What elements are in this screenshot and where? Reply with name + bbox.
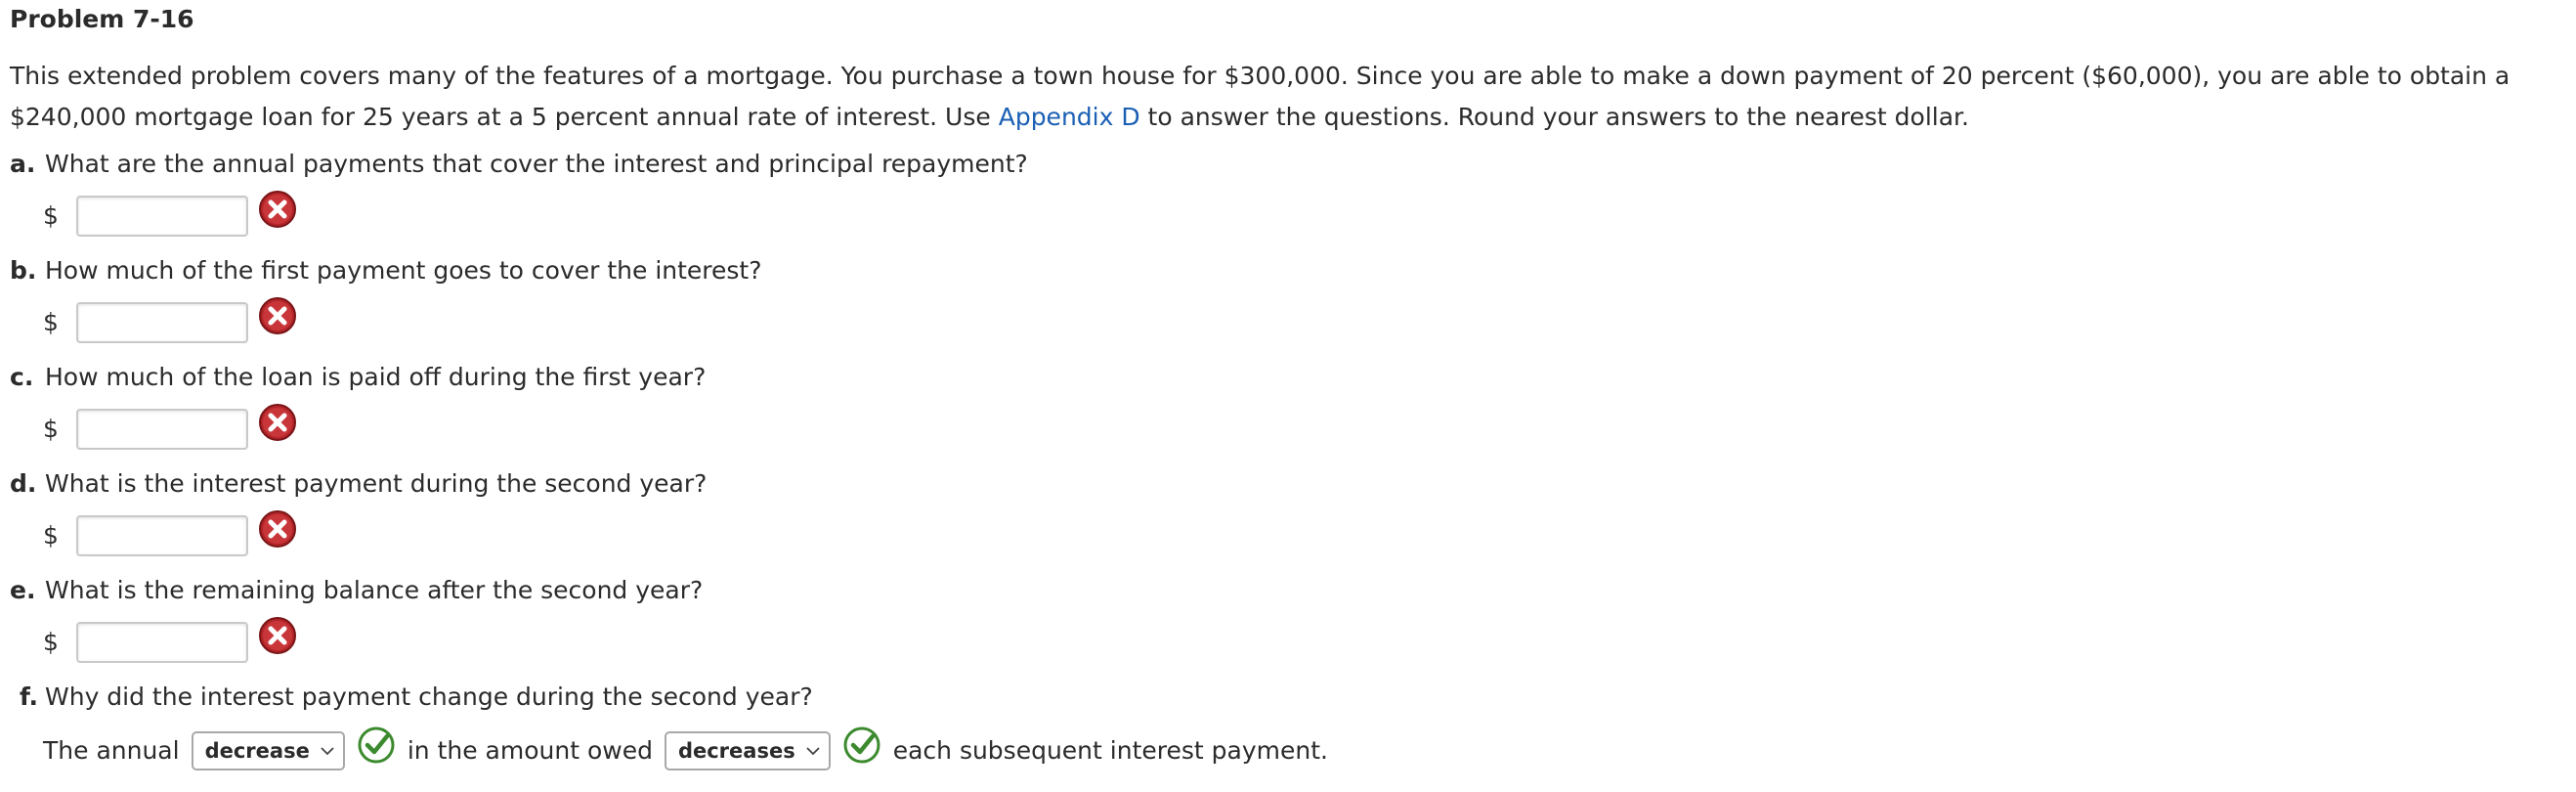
question-b-letter: b. (10, 256, 37, 285)
question-b: b. How much of the first payment goes to … (10, 250, 762, 291)
incorrect-x-icon (259, 617, 296, 654)
question-a-text: What are the annual payments that cover … (45, 150, 1028, 178)
answer-a-input[interactable] (76, 196, 248, 237)
problem-page: Problem 7-16 This extended problem cover… (0, 0, 2576, 770)
correct-check-icon (358, 726, 395, 764)
answer-d-currency: $ (43, 521, 59, 550)
answer-f-row: The annual decrease in the amount owed d… (43, 726, 1328, 771)
answer-f-text-1: The annual (43, 736, 180, 765)
answer-d-input[interactable] (76, 515, 248, 556)
question-e-text: What is the remaining balance after the … (45, 576, 704, 604)
answer-f-select-2[interactable]: decreases (664, 731, 831, 770)
question-f-letter: f. (20, 682, 39, 711)
question-f: f. Why did the interest payment change du… (20, 677, 813, 718)
problem-title: Problem 7-16 (10, 5, 194, 33)
incorrect-x-icon (259, 191, 296, 228)
question-a-letter: a. (10, 150, 36, 178)
problem-intro: This extended problem covers many of the… (10, 56, 2570, 138)
answer-f-select-1-value: decrease (204, 739, 310, 763)
question-b-text: How much of the first payment goes to co… (45, 256, 762, 285)
answer-b-row: $ (43, 297, 297, 343)
answer-f-select-1[interactable]: decrease (191, 731, 345, 770)
answer-b-input[interactable] (76, 302, 248, 343)
answer-f-text-2: in the amount owed (407, 736, 653, 765)
question-d: d. What is the interest payment during th… (10, 463, 707, 505)
answer-a-row: $ (43, 191, 297, 237)
incorrect-x-icon (259, 510, 296, 548)
answer-e-currency: $ (43, 628, 59, 656)
intro-text-end: to answer the questions. Round your answ… (1139, 103, 1969, 131)
question-d-letter: d. (10, 469, 37, 498)
answer-b-currency: $ (43, 308, 59, 336)
chevron-down-icon (806, 747, 820, 756)
answer-f-text-3: each subsequent interest payment. (892, 736, 1328, 765)
answer-e-input[interactable] (76, 622, 248, 663)
question-c-text: How much of the loan is paid off during … (45, 363, 707, 391)
question-f-text: Why did the interest payment change duri… (45, 682, 813, 711)
answer-a-currency: $ (43, 201, 59, 230)
incorrect-x-icon (259, 404, 296, 441)
appendix-d-link[interactable]: Appendix D (999, 103, 1140, 131)
answer-d-row: $ (43, 510, 297, 556)
incorrect-x-icon (259, 297, 296, 334)
question-d-text: What is the interest payment during the … (45, 469, 708, 498)
answer-c-currency: $ (43, 415, 59, 443)
question-c: c. How much of the loan is paid off durin… (10, 357, 706, 398)
answer-e-row: $ (43, 617, 297, 663)
question-c-letter: c. (10, 363, 34, 391)
chevron-down-icon (321, 747, 334, 756)
question-e-letter: e. (10, 576, 36, 604)
question-a: a. What are the annual payments that cove… (10, 144, 1028, 185)
question-e: e. What is the remaining balance after th… (10, 570, 703, 611)
correct-check-icon (843, 726, 880, 764)
answer-c-input[interactable] (76, 409, 248, 450)
answer-f-select-2-value: decreases (677, 739, 795, 763)
answer-c-row: $ (43, 404, 297, 450)
